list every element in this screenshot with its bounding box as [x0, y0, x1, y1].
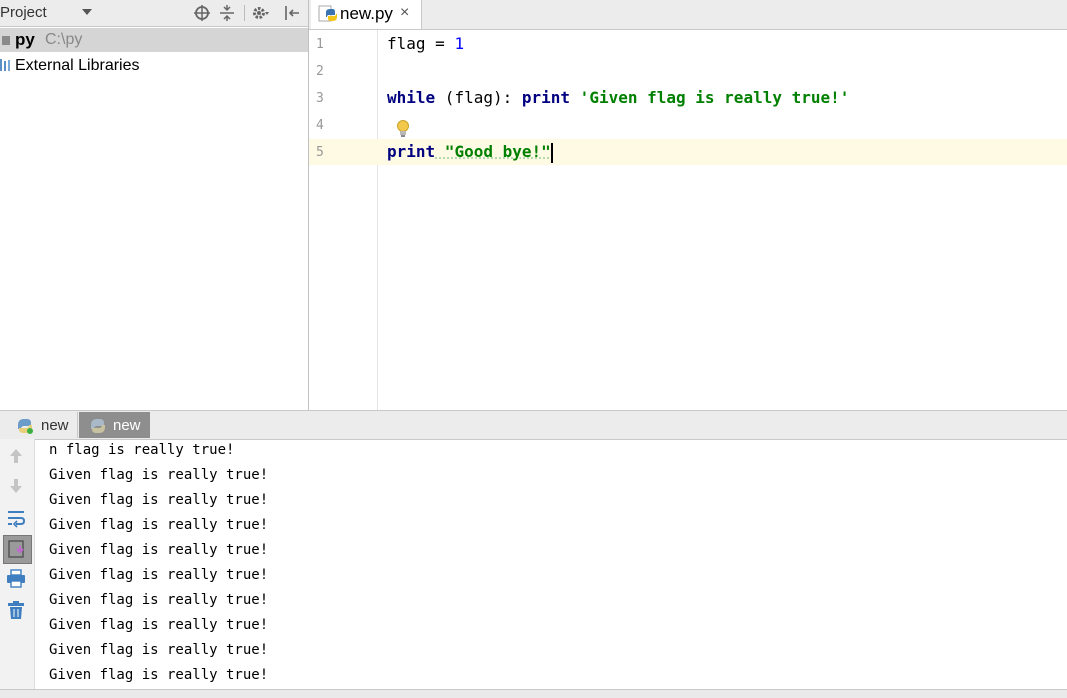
code-string: 'Given flag is really true!': [570, 88, 850, 107]
console-output-line: Given flag is really true!: [49, 567, 269, 583]
line-number: 5: [316, 145, 324, 160]
console-output-line: Given flag is really true!: [49, 492, 269, 508]
gear-icon[interactable]: [251, 4, 269, 22]
collapse-icon[interactable]: [218, 4, 236, 22]
run-tab-label[interactable]: new: [41, 417, 69, 434]
code-keyword: print: [387, 142, 436, 161]
project-panel-title[interactable]: Project: [0, 4, 47, 21]
text-caret: [550, 142, 553, 163]
code-condition: (flag):: [435, 88, 522, 107]
hide-icon[interactable]: [283, 4, 301, 22]
tree-item-path: C:\py: [45, 31, 83, 48]
line-number: 3: [316, 91, 324, 106]
soft-wrap-icon[interactable]: [6, 508, 26, 528]
console-output-line: Given flag is really true!: [49, 642, 269, 658]
tab-close-icon[interactable]: ×: [400, 4, 409, 22]
code-number: 1: [454, 34, 465, 53]
python-run-icon: [18, 419, 33, 434]
console-output-line: Given flag is really true!: [49, 592, 269, 608]
tree-item-external-libraries[interactable]: External Libraries: [15, 57, 140, 75]
console-output-line: Given flag is really true!: [49, 467, 269, 483]
code-line-1[interactable]: flag = 1: [387, 34, 464, 53]
code-line-3[interactable]: while (flag): print 'Given flag is reall…: [387, 88, 849, 107]
editor-tab-bar: [309, 0, 1067, 30]
down-arrow-icon[interactable]: [7, 477, 25, 495]
line-number: 2: [316, 64, 324, 79]
code-string: "Good bye!": [435, 142, 551, 161]
code-keyword: print: [521, 88, 571, 107]
crosshair-icon[interactable]: [193, 4, 211, 22]
run-tab-label[interactable]: new: [113, 417, 141, 434]
code-operator: =: [425, 34, 455, 53]
code-keyword: while: [387, 88, 436, 107]
line-number: 4: [316, 118, 324, 133]
libraries-icon: [0, 59, 10, 71]
run-tab-bar: [0, 410, 1067, 440]
console-output-line: Given flag is really true!: [49, 517, 269, 533]
tree-item-label[interactable]: py: [15, 30, 35, 50]
line-number: 1: [316, 37, 324, 52]
console-output-line: n flag is really true!: [49, 442, 235, 458]
console-output-line: Given flag is really true!: [49, 542, 269, 558]
trash-icon[interactable]: [6, 600, 26, 620]
console-output-line: Given flag is really true!: [49, 617, 269, 633]
python-file-icon: [318, 5, 337, 22]
toolbar-divider: [244, 5, 245, 21]
code-identifier: flag: [387, 34, 426, 53]
scroll-to-end-icon: [8, 540, 24, 558]
folder-icon: [2, 36, 10, 45]
python-run-icon: [91, 419, 105, 433]
lightbulb-icon[interactable]: [395, 119, 411, 139]
line-number-gutter: [309, 30, 378, 410]
editor-tab-label[interactable]: new.py: [340, 4, 393, 24]
print-icon[interactable]: [6, 569, 26, 589]
code-line-5[interactable]: print "Good bye!": [387, 142, 553, 163]
chevron-down-icon[interactable]: [82, 9, 92, 15]
up-arrow-icon[interactable]: [7, 447, 25, 465]
console-output-line: Given flag is really true!: [49, 667, 269, 683]
